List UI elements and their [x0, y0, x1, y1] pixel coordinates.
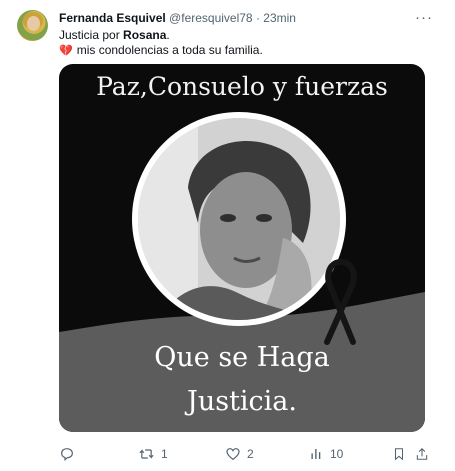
- tweet-text-line2: 💔 mis condolencias a toda su familia.: [59, 43, 263, 59]
- broken-heart-icon: 💔: [59, 45, 73, 57]
- image-bottom-text-1: Que se Haga: [154, 342, 330, 373]
- tweet-text-bold: Rosana: [123, 28, 167, 42]
- tweet-text-prefix: Justicia por: [59, 28, 124, 42]
- like-button[interactable]: 2: [225, 446, 254, 462]
- more-options-icon[interactable]: ···: [415, 9, 433, 26]
- retweet-button[interactable]: 1: [138, 446, 168, 462]
- image-top-text: Paz,Consuelo y fuerzas: [96, 72, 388, 101]
- author-name[interactable]: Fernanda Esquivel: [59, 11, 166, 25]
- portrait-illustration: [138, 118, 340, 320]
- bookmark-button[interactable]: [392, 446, 406, 462]
- author-handle[interactable]: @feresquivel78: [169, 11, 253, 25]
- share-icon: [416, 448, 428, 460]
- views-button[interactable]: 10: [309, 446, 343, 462]
- retweet-count: 1: [161, 447, 168, 461]
- like-icon: [226, 448, 240, 461]
- tweet-header: Fernanda Esquivel @feresquivel78 · 23min: [59, 11, 296, 26]
- image-bottom-text-2: Justicia.: [187, 386, 297, 417]
- tweet-text-suffix: .: [166, 28, 170, 42]
- like-count: 2: [247, 447, 254, 461]
- reply-button[interactable]: [59, 446, 81, 462]
- tweet-card[interactable]: Fernanda Esquivel @feresquivel78 · 23min…: [0, 0, 455, 471]
- share-button[interactable]: [415, 446, 429, 462]
- tweet-time[interactable]: 23min: [263, 11, 296, 25]
- mourning-ribbon-icon: [324, 259, 357, 345]
- condolences-text: mis condolencias a toda su familia.: [76, 43, 263, 57]
- reply-icon: [61, 448, 73, 461]
- avatar[interactable]: [17, 10, 48, 41]
- tweet-actions: 1 2 10: [59, 446, 429, 466]
- views-icon: [311, 449, 321, 459]
- tweet-text-line1: Justicia por Rosana.: [59, 28, 170, 43]
- tweet-image[interactable]: Paz,Consuelo y fuerzas Que se Haga Justi…: [59, 64, 425, 432]
- separator-dot: ·: [255, 11, 260, 25]
- avatar-face: [27, 16, 40, 31]
- views-count: 10: [330, 447, 344, 461]
- bookmark-icon: [394, 448, 404, 461]
- retweet-icon: [139, 449, 154, 459]
- memorial-portrait: [138, 118, 340, 320]
